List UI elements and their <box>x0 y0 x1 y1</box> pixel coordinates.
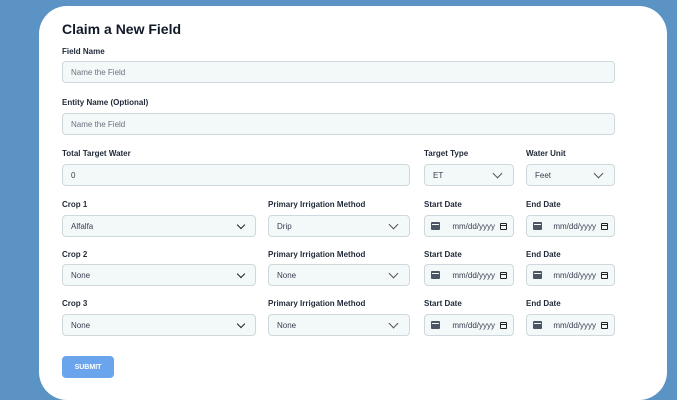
end-date-3-value: mm/dd/yyyy <box>553 320 596 330</box>
irrigation-3-value: None <box>277 320 297 330</box>
drag-handle-icon <box>533 321 542 329</box>
drag-handle-icon <box>431 271 440 279</box>
crop-1-value: Alfalfa <box>71 221 94 231</box>
start-date-2-label: Start Date <box>424 250 462 259</box>
target-type-select[interactable]: ET <box>424 164 514 186</box>
crop-3-label: Crop 3 <box>62 299 88 308</box>
chevron-down-icon <box>236 319 246 328</box>
calendar-icon[interactable] <box>601 222 608 230</box>
calendar-icon[interactable] <box>500 271 507 279</box>
start-date-1-label: Start Date <box>424 200 462 209</box>
irrigation-1-value: Drip <box>277 221 292 231</box>
water-unit-value: Feet <box>535 170 552 180</box>
total-target-water-input[interactable]: 0 <box>62 164 410 186</box>
end-date-2-input[interactable]: mm/dd/yyyy <box>526 264 615 286</box>
irrigation-3-label: Primary Irrigation Method <box>268 299 366 308</box>
drag-handle-icon <box>533 271 542 279</box>
end-date-2-value: mm/dd/yyyy <box>553 270 596 280</box>
water-unit-select[interactable]: Feet <box>526 164 615 186</box>
end-date-3-label: End Date <box>526 299 561 308</box>
crop-2-value: None <box>71 270 91 280</box>
chevron-down-icon <box>593 168 604 179</box>
drag-handle-icon <box>533 222 542 230</box>
crop-3-select[interactable]: None <box>62 314 256 336</box>
entity-name-input[interactable]: Name the Field <box>62 113 615 135</box>
crop-2-label: Crop 2 <box>62 250 88 259</box>
irrigation-3-select[interactable]: None <box>268 314 410 336</box>
water-unit-label: Water Unit <box>526 149 566 158</box>
end-date-1-label: End Date <box>526 200 561 209</box>
field-name-input[interactable]: Name the Field <box>62 61 615 83</box>
total-target-water-label: Total Target Water <box>62 149 131 158</box>
submit-button[interactable]: SUBMIT <box>62 356 114 378</box>
chevron-down-icon <box>388 318 399 329</box>
crop-1-label: Crop 1 <box>62 200 88 209</box>
calendar-icon[interactable] <box>601 271 608 279</box>
irrigation-2-select[interactable]: None <box>268 264 410 286</box>
crop-2-select[interactable]: None <box>62 264 256 286</box>
drag-handle-icon <box>431 321 440 329</box>
start-date-1-input[interactable]: mm/dd/yyyy <box>424 215 514 237</box>
end-date-1-input[interactable]: mm/dd/yyyy <box>526 215 615 237</box>
chevron-down-icon <box>388 219 399 230</box>
crop-1-select[interactable]: Alfalfa <box>62 215 256 237</box>
form-title: Claim a New Field <box>62 21 182 37</box>
calendar-icon[interactable] <box>500 222 507 230</box>
target-type-value: ET <box>433 170 444 180</box>
irrigation-1-select[interactable]: Drip <box>268 215 410 237</box>
end-date-2-label: End Date <box>526 250 561 259</box>
start-date-3-label: Start Date <box>424 299 462 308</box>
drag-handle-icon <box>431 222 440 230</box>
chevron-down-icon <box>492 168 503 179</box>
chevron-down-icon <box>236 269 246 278</box>
start-date-2-value: mm/dd/yyyy <box>452 270 495 280</box>
irrigation-1-label: Primary Irrigation Method <box>268 200 366 209</box>
start-date-1-value: mm/dd/yyyy <box>452 221 495 231</box>
start-date-3-input[interactable]: mm/dd/yyyy <box>424 314 514 336</box>
form-card: Claim a New Field Field Name Name the Fi… <box>39 6 667 400</box>
crop-3-value: None <box>71 320 91 330</box>
end-date-1-value: mm/dd/yyyy <box>553 221 596 231</box>
entity-name-label: Entity Name (Optional) <box>62 98 149 107</box>
chevron-down-icon <box>236 220 246 229</box>
start-date-2-input[interactable]: mm/dd/yyyy <box>424 264 514 286</box>
irrigation-2-label: Primary Irrigation Method <box>268 250 366 259</box>
chevron-down-icon <box>388 268 399 279</box>
field-name-label: Field Name <box>62 47 105 56</box>
target-type-label: Target Type <box>424 149 469 158</box>
irrigation-2-value: None <box>277 270 297 280</box>
start-date-3-value: mm/dd/yyyy <box>452 320 495 330</box>
calendar-icon[interactable] <box>601 321 608 329</box>
calendar-icon[interactable] <box>500 321 507 329</box>
end-date-3-input[interactable]: mm/dd/yyyy <box>526 314 615 336</box>
